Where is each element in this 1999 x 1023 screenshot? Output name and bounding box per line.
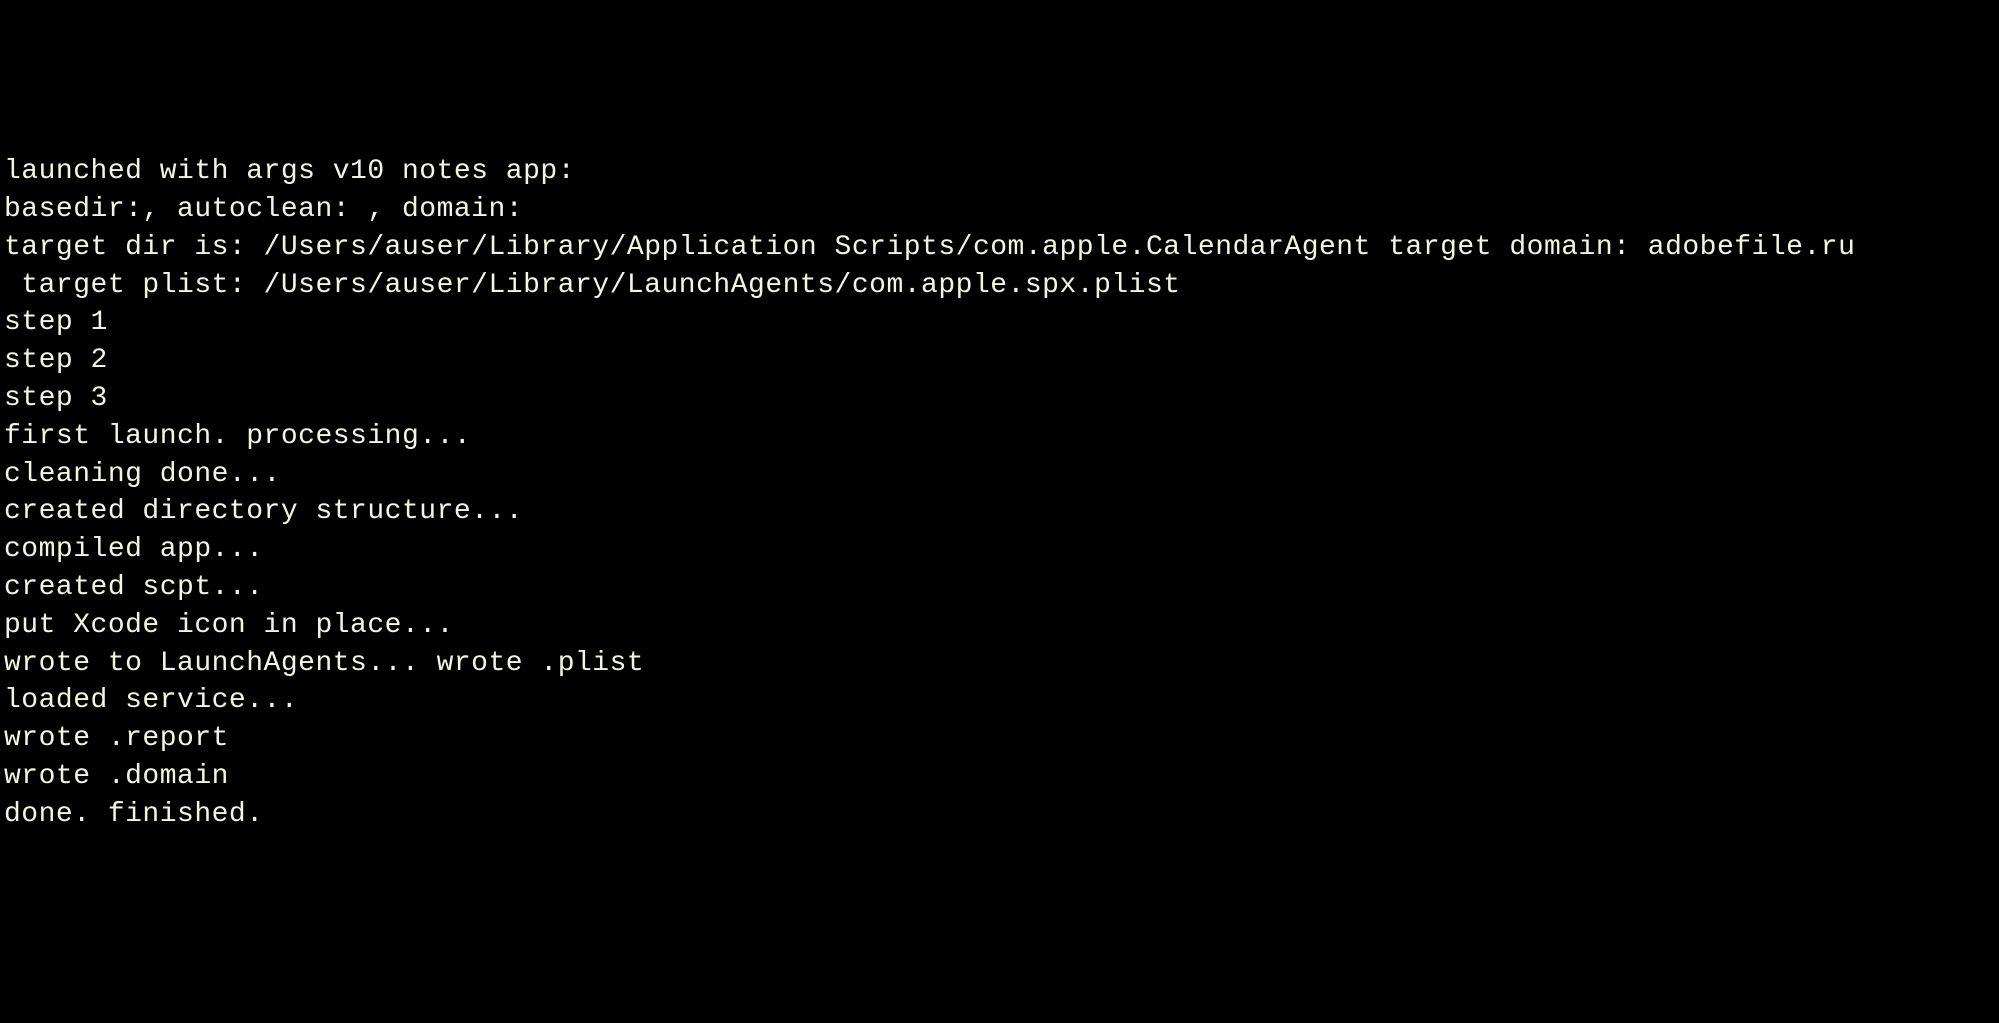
terminal-line: done. finished. [4, 796, 1995, 834]
terminal-line: created scpt... [4, 569, 1995, 607]
terminal-line: target plist: /Users/auser/Library/Launc… [4, 267, 1995, 305]
terminal-line: loaded service... [4, 682, 1995, 720]
terminal-line: launched with args v10 notes app: [4, 153, 1995, 191]
terminal-line: created directory structure... [4, 493, 1995, 531]
terminal-line: step 3 [4, 380, 1995, 418]
terminal-line: step 2 [4, 342, 1995, 380]
terminal-line: first launch. processing... [4, 418, 1995, 456]
terminal-line: compiled app... [4, 531, 1995, 569]
terminal-line: target dir is: /Users/auser/Library/Appl… [4, 229, 1995, 267]
terminal-line: put Xcode icon in place... [4, 607, 1995, 645]
terminal-line: step 1 [4, 304, 1995, 342]
terminal-line: wrote to LaunchAgents... wrote .plist [4, 645, 1995, 683]
terminal-line: wrote .domain [4, 758, 1995, 796]
terminal-line: cleaning done... [4, 456, 1995, 494]
terminal-line: basedir:, autoclean: , domain: [4, 191, 1995, 229]
terminal-output: launched with args v10 notes app:basedir… [4, 153, 1995, 833]
terminal-line: wrote .report [4, 720, 1995, 758]
